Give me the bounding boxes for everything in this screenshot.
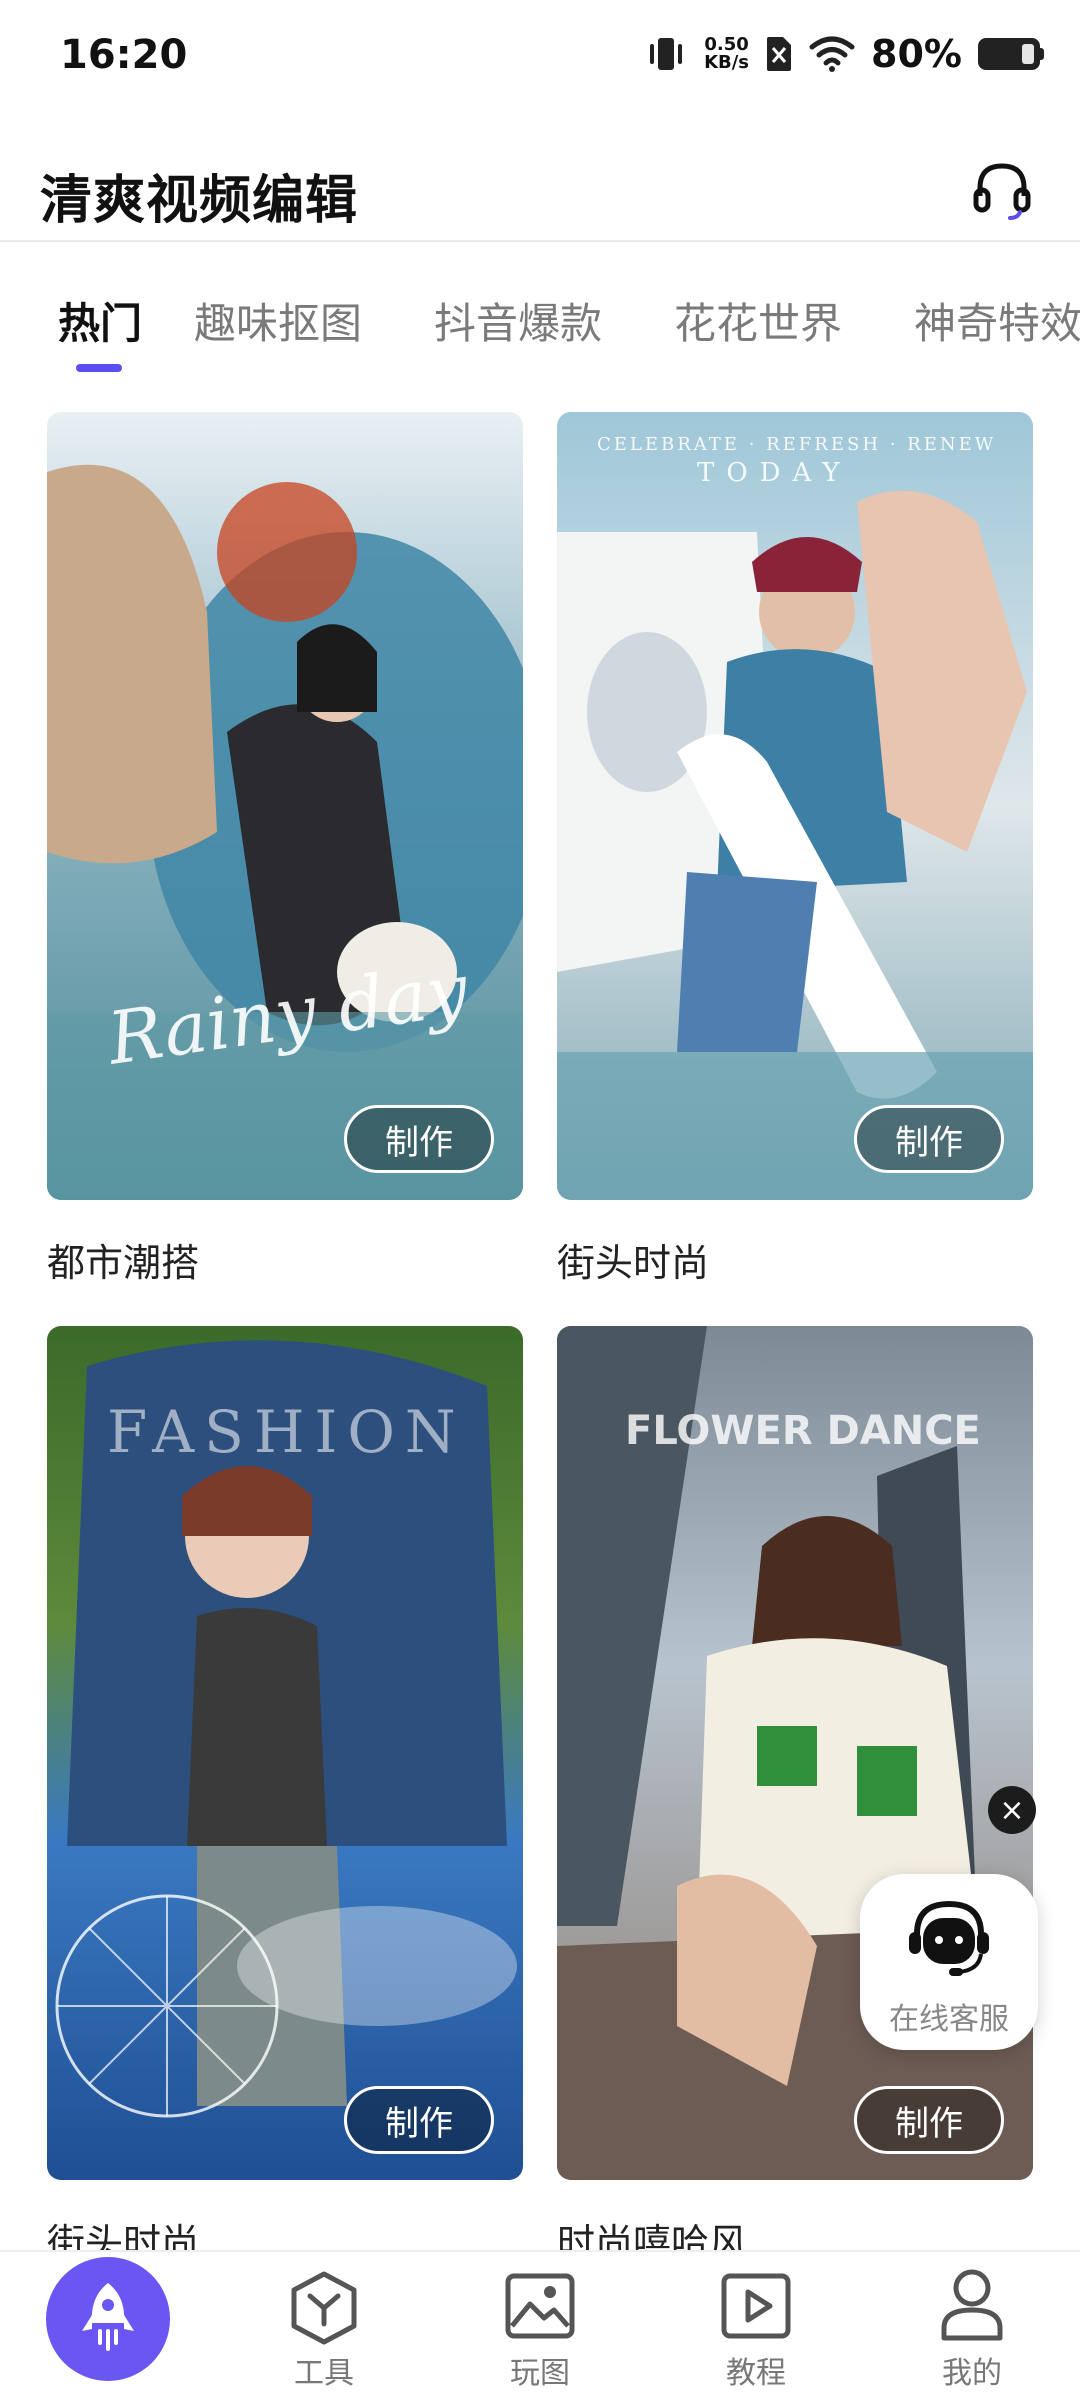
make-button[interactable]: 制作 [344,2086,494,2154]
nav-tutorial-label: 教程 [726,2356,786,2391]
nav-play-image[interactable]: 玩图 [460,2252,620,2402]
status-bar: 16:20 0.50 KB/s 80% [0,0,1080,110]
rocket-icon [82,2283,134,2351]
card-thumbnail [557,1326,1033,2180]
nav-play-image-label: 玩图 [510,2356,570,2391]
wifi-icon [809,36,855,72]
support-agent-icon [909,1900,989,1976]
make-button[interactable]: 制作 [854,2086,1004,2154]
online-service-label: 在线客服 [889,2002,1009,2037]
nav-tools-label: 工具 [294,2356,354,2391]
video-play-icon [721,2273,791,2339]
battery-icon [978,38,1044,70]
card-overlay-text: CELEBRATE · REFRESH · RENEW [597,434,997,455]
header-divider [0,240,1080,242]
headset-icon[interactable] [970,158,1034,222]
nav-tutorial[interactable]: 教程 [676,2252,836,2402]
tab-magic-effects[interactable]: 神奇特效 [914,290,1080,351]
nav-mine[interactable]: 我的 [892,2252,1052,2402]
card-overlay-text: FASHION [107,1398,466,1466]
status-time: 16:20 [60,32,188,78]
nav-mine-label: 我的 [942,2356,1002,2391]
card-overlay-text: FLOWER DANCE [625,1408,981,1454]
tab-hot[interactable]: 热门 [58,290,142,351]
make-button[interactable]: 制作 [344,1105,494,1173]
online-service-widget[interactable]: 在线客服 [860,1874,1038,2050]
vibrate-icon [650,38,683,70]
card-thumbnail [47,412,523,1200]
card-title: 都市潮搭 [47,1241,200,1285]
user-icon [941,2269,1003,2341]
template-card[interactable]: CELEBRATE · REFRESH · RENEW TODAY 制作 [557,412,1033,1200]
tab-fun-cutout[interactable]: 趣味抠图 [194,290,362,351]
rocket-home-button[interactable] [46,2257,170,2381]
close-icon[interactable]: × [988,1786,1036,1834]
category-tabs: 热门 趣味抠图 抖音爆款 花花世界 神奇特效 [0,290,1080,370]
tab-active-indicator [76,364,122,372]
battery-percent: 80% [871,32,962,76]
card-overlay-subtext: TODAY [697,458,852,488]
make-button[interactable]: 制作 [854,1105,1004,1173]
template-card[interactable]: FASHION 制作 [47,1326,523,2180]
image-icon [505,2273,575,2339]
tab-douyin-hits[interactable]: 抖音爆款 [434,290,602,351]
card-thumbnail [557,412,1033,1200]
card-title: 街头时尚 [557,1241,710,1285]
template-card[interactable]: Rainy day 制作 [47,412,523,1200]
nav-tools[interactable]: 工具 [244,2252,404,2402]
template-card[interactable]: FLOWER DANCE 制作 [557,1326,1033,2180]
app-title: 清爽视频编辑 [40,171,359,231]
status-icons: 0.50 KB/s 80% [644,32,1044,76]
tools-icon [291,2271,357,2345]
tab-flower-world[interactable]: 花花世界 [674,290,842,351]
network-speed: 0.50 KB/s [704,34,750,73]
sim-blocked-icon [767,37,792,71]
